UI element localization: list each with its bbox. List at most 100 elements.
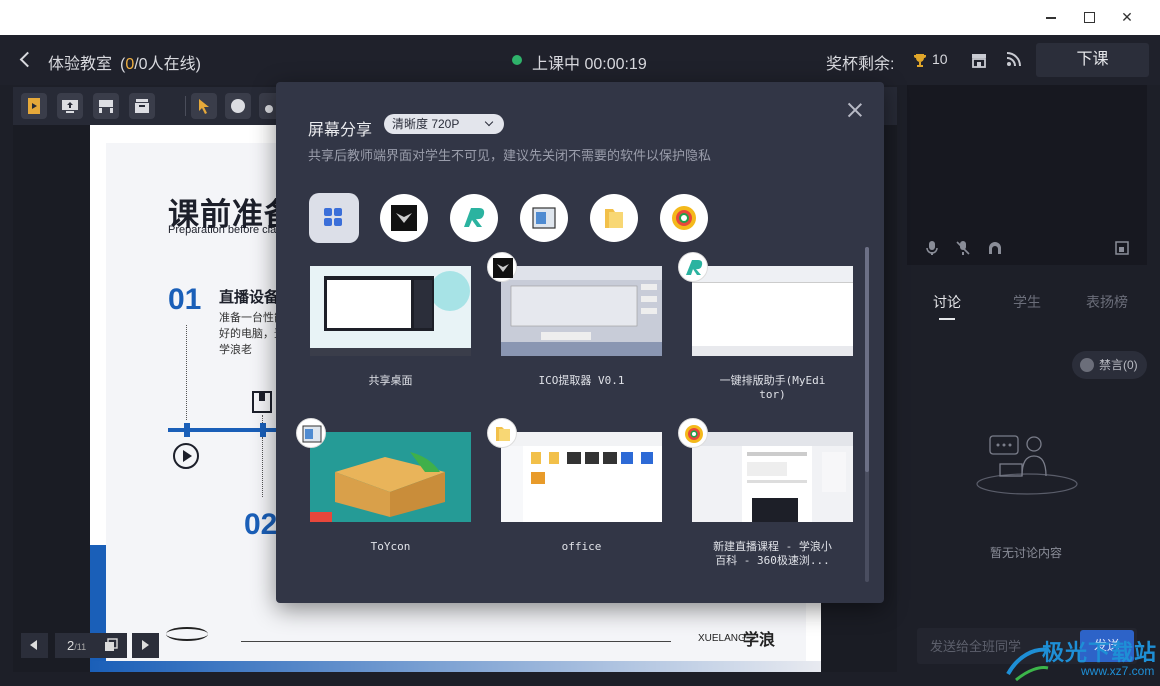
slide-footer-line <box>241 641 671 642</box>
ico-extractor-preview <box>501 266 662 356</box>
privacy-note: 共享后教师端界面对学生不可见，建议先关闭不需要的软件以保护隐私 <box>308 148 712 163</box>
desktop-preview <box>310 266 471 356</box>
archive-tool[interactable] <box>129 93 155 119</box>
tab-discussion[interactable]: 讨论 <box>933 292 961 312</box>
watermark-url: www.xz7.com <box>1081 664 1155 678</box>
timeline-marker <box>260 423 266 437</box>
active-tab-indicator <box>939 318 955 320</box>
tab-praise-list[interactable]: 表扬榜 <box>1086 292 1128 312</box>
chevron-down-icon <box>484 117 494 127</box>
brand-cn: 学浪 <box>743 632 776 649</box>
classroom-header: 体验教室 (0/0人在线) 上课中 00:00:19 奖杯剩余: 10 下课 <box>0 35 1160 85</box>
page-list-icon[interactable] <box>104 638 118 652</box>
window-label-ico-extractor: ICO提取器 V0.1 <box>538 374 625 387</box>
window-thumbnail-ico-extractor[interactable] <box>501 266 662 356</box>
toycon-badge <box>296 418 326 448</box>
next-page-button[interactable] <box>132 633 159 658</box>
prev-page-button[interactable] <box>21 633 48 658</box>
bookmark-icon <box>252 391 272 413</box>
coin-stack-icon <box>166 627 208 641</box>
office-preview <box>501 432 662 522</box>
dialog-title: 屏幕分享 <box>308 122 373 139</box>
window-thumbnail-myeditor[interactable] <box>692 266 853 356</box>
camera-icon[interactable] <box>987 240 1003 256</box>
myeditor-badge <box>678 252 708 282</box>
play-icon <box>173 443 199 469</box>
step-number-1: 01 <box>168 283 202 316</box>
cup-count: 10 <box>932 51 948 67</box>
toolbar-divider <box>185 96 186 116</box>
window-thumbnail-office[interactable] <box>501 432 662 522</box>
store-icon[interactable] <box>970 51 988 69</box>
trophy-icon <box>914 54 926 67</box>
myeditor-preview <box>692 266 853 356</box>
room-title: 体验教室 <box>48 56 113 73</box>
folder-icon <box>496 427 510 441</box>
filter-ico-extractor[interactable] <box>380 194 428 242</box>
mute-students-icon[interactable] <box>955 240 971 256</box>
browser-360-icon <box>685 425 703 443</box>
window-label-360-browser-l2: 百科 - 360极速浏... <box>715 554 830 567</box>
slide-subtitle: Preparation before class <box>168 224 288 236</box>
step-title-1: 直播设备 <box>219 289 280 306</box>
browser-360-icon <box>672 206 696 230</box>
seat-tool[interactable] <box>93 93 119 119</box>
courseware-tool[interactable] <box>21 93 47 119</box>
window-thumbnail-360-browser[interactable] <box>692 432 853 522</box>
archive-icon <box>135 99 149 113</box>
filter-360-browser[interactable] <box>660 194 708 242</box>
end-class-button[interactable]: 下课 <box>1036 43 1149 77</box>
chat-bubble-icon <box>1080 358 1094 372</box>
scrollbar-thumb[interactable] <box>865 247 869 472</box>
screen-share-tool[interactable] <box>57 93 83 119</box>
window-thumbnail-toycon[interactable] <box>310 432 471 522</box>
microphone-icon[interactable] <box>924 240 940 256</box>
slide-bottom-bar <box>90 661 821 672</box>
filter-myeditor[interactable] <box>450 194 498 242</box>
brand-en: XUELANG <box>698 633 746 644</box>
seat-icon <box>99 100 113 113</box>
close-window-button[interactable]: ✕ <box>1113 6 1141 28</box>
browser-360-badge <box>678 418 708 448</box>
pointer-tool[interactable] <box>191 93 217 119</box>
fullscreen-icon[interactable] <box>1114 240 1130 256</box>
myeditor-icon <box>464 208 485 227</box>
class-status-timer: 上课中 00:00:19 <box>532 56 647 73</box>
ico-extractor-icon <box>493 258 513 278</box>
toycon-preview <box>310 432 471 522</box>
tab-students[interactable]: 学生 <box>1013 292 1041 312</box>
window-thumbnail-desktop[interactable] <box>310 266 471 356</box>
rss-icon[interactable] <box>1006 51 1022 67</box>
filter-folder[interactable] <box>590 194 638 242</box>
shape-tool[interactable] <box>225 93 251 119</box>
browser-360-preview <box>692 432 853 522</box>
timeline-marker <box>184 423 190 437</box>
ico-extractor-icon <box>391 205 417 231</box>
cursor-arrow-icon <box>199 99 209 114</box>
quality-dropdown[interactable]: 清晰度 720P <box>384 114 504 134</box>
live-status-dot <box>512 55 522 65</box>
toycon-icon <box>302 425 322 443</box>
watermark-text: 极光下载站 <box>1042 640 1158 665</box>
filter-all-apps[interactable] <box>309 193 359 243</box>
cup-remaining-label: 奖杯剩余: <box>826 56 895 73</box>
courseware-icon <box>28 98 40 114</box>
window-titlebar: ✕ <box>0 0 1160 35</box>
app-root: ✕ 体验教室 (0/0人在线) 上课中 00:00:19 奖杯剩余: 10 下课… <box>0 0 1160 686</box>
quality-label: 清晰度 720P <box>392 117 460 131</box>
close-dialog-icon[interactable] <box>846 101 864 119</box>
empty-discussion-illustration <box>976 435 1078 495</box>
filter-toycon[interactable] <box>520 194 568 242</box>
screen-share-icon <box>62 100 78 113</box>
window-label-myeditor-l2: tor) <box>759 388 786 401</box>
window-label-office: office <box>561 540 602 553</box>
minimize-button[interactable] <box>1037 6 1065 28</box>
back-arrow-icon[interactable] <box>18 50 34 70</box>
circle-shape-icon <box>231 99 245 113</box>
window-label-desktop: 共享桌面 <box>368 374 413 387</box>
all-apps-icon <box>324 208 342 226</box>
maximize-button[interactable] <box>1075 6 1103 28</box>
screen-share-dialog: 屏幕分享 清晰度 720P 共享后教师端界面对学生不可见，建议先关闭不需要的软件… <box>276 82 884 603</box>
toycon-icon <box>532 207 556 229</box>
online-count: (0/0人在线) <box>120 56 201 73</box>
